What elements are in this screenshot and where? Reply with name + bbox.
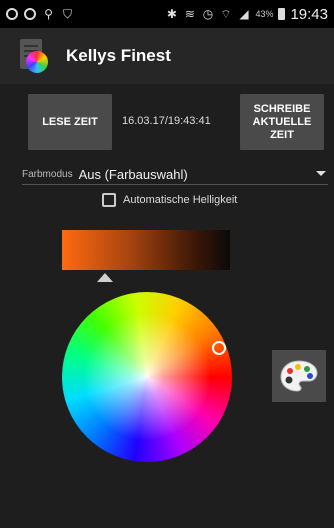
notification-icon <box>6 8 18 20</box>
brightness-slider-marker[interactable] <box>97 273 113 282</box>
shield-icon: ⛉ <box>62 6 72 21</box>
whatsapp-icon <box>24 8 36 20</box>
color-wheel-icon <box>26 51 48 73</box>
auto-brightness-row[interactable]: Automatische Helligkeit <box>102 193 237 207</box>
datetime-display: 16.03.17/19:43:41 <box>122 115 211 127</box>
clock: 19:43 <box>290 5 328 23</box>
brightness-gradient-bar[interactable] <box>62 230 230 270</box>
write-current-time-button[interactable]: SCHREIBE AKTUELLE ZEIT <box>240 94 324 150</box>
bluetooth-icon: ✱ <box>166 6 177 21</box>
palette-button[interactable] <box>272 350 326 402</box>
alarm-icon: ◷ <box>202 6 214 21</box>
color-mode-dropdown[interactable]: Farbmodus Aus (Farbauswahl) <box>22 165 328 185</box>
color-mode-label: Farbmodus <box>22 169 73 180</box>
battery-percent: 43% <box>255 9 274 19</box>
color-wheel[interactable] <box>62 292 232 462</box>
status-right-icons: ✱ ≋ ◷ ⌔ ◢ 43% 19:43 <box>165 6 328 23</box>
nfc-icon: ≋ <box>184 6 195 21</box>
auto-brightness-label[interactable]: Automatische Helligkeit <box>123 194 237 206</box>
read-time-button[interactable]: LESE ZEIT <box>28 94 112 150</box>
signal-icon: ◢ <box>239 6 249 21</box>
app-title: Kellys Finest <box>66 46 171 65</box>
location-icon: ⚲ <box>44 6 53 21</box>
color-mode-value[interactable]: Aus (Farbauswahl) <box>79 167 188 182</box>
status-bar: ⚲ ⛉ ✱ ≋ ◷ ⌔ ◢ 43% 19:43 <box>0 0 334 28</box>
status-left-icons: ⚲ ⛉ <box>6 6 74 21</box>
dropdown-caret-icon[interactable] <box>316 171 326 176</box>
wifi-icon: ⌔ <box>220 6 232 21</box>
app-logo-icon <box>16 37 54 75</box>
app-bar: Kellys Finest <box>0 28 334 84</box>
color-wheel-selector[interactable] <box>212 341 226 355</box>
auto-brightness-checkbox[interactable] <box>102 193 116 207</box>
battery-icon <box>278 8 286 20</box>
palette-icon <box>280 360 318 392</box>
